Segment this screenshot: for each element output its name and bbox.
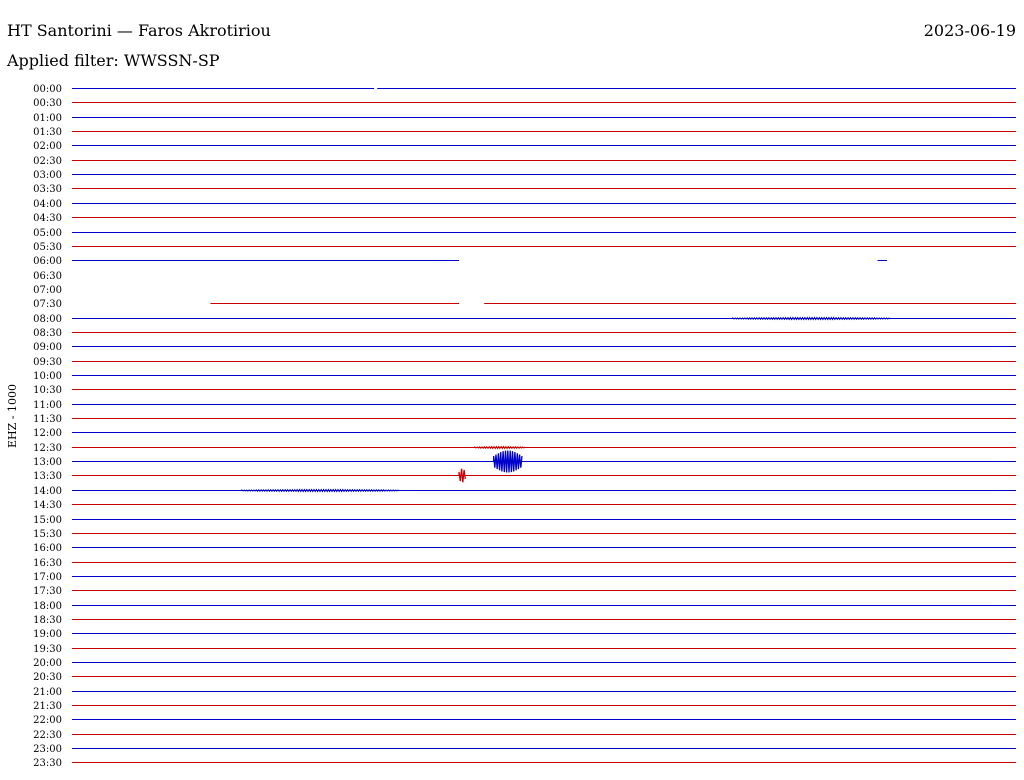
- time-tick-label: 06:00: [33, 256, 62, 267]
- time-tick-label: 04:00: [33, 199, 62, 210]
- time-tick-label: 01:00: [33, 113, 62, 124]
- time-tick-label: 14:30: [33, 500, 62, 511]
- time-tick-label: 00:00: [33, 84, 62, 95]
- time-tick-label: 07:00: [33, 285, 62, 296]
- time-tick-label: 11:00: [33, 400, 62, 411]
- time-tick-label: 23:30: [33, 758, 62, 769]
- time-tick-label: 00:30: [33, 98, 62, 109]
- time-tick-label: 07:30: [33, 299, 62, 310]
- time-tick-label: 17:30: [33, 586, 62, 597]
- time-tick-label: 14:00: [33, 486, 62, 497]
- time-tick-label: 15:30: [33, 529, 62, 540]
- time-tick-label: 10:30: [33, 385, 62, 396]
- time-tick-label: 16:30: [33, 558, 62, 569]
- time-tick-label: 21:30: [33, 701, 62, 712]
- time-tick-label: 01:30: [33, 127, 62, 138]
- seismic-event-trace: [493, 450, 523, 473]
- time-tick-label: 13:30: [33, 471, 62, 482]
- time-tick-label: 16:00: [33, 543, 62, 554]
- time-tick-label: 15:00: [33, 515, 62, 526]
- time-tick-label: 18:00: [33, 601, 62, 612]
- time-tick-label: 09:30: [33, 357, 62, 368]
- time-tick-label: 23:00: [33, 744, 62, 755]
- seismogram-plot: 00:00 00:30 01:00 01:30 02:00 02:30 03:00 03:30…: [33, 84, 1016, 769]
- seismic-event-trace: [474, 445, 526, 450]
- time-tick-label: 19:30: [33, 644, 62, 655]
- time-tick-label: 06:30: [33, 271, 62, 282]
- time-tick-label: 02:00: [33, 141, 62, 152]
- time-tick-label: 03:00: [33, 170, 62, 181]
- time-tick-label: 05:30: [33, 242, 62, 253]
- time-tick-label: 22:00: [33, 715, 62, 726]
- time-tick-label: 05:00: [33, 228, 62, 239]
- time-tick-label: 10:00: [33, 371, 62, 382]
- time-tick-label: 18:30: [33, 615, 62, 626]
- time-tick-label: 17:00: [33, 572, 62, 583]
- seismic-event-trace: [241, 488, 400, 493]
- seismic-event-trace: [458, 468, 466, 483]
- time-tick-label: 22:30: [33, 730, 62, 741]
- time-tick-label: 12:00: [33, 428, 62, 439]
- time-tick-label: 02:30: [33, 156, 62, 167]
- time-tick-label: 03:30: [33, 184, 62, 195]
- time-tick-label: 13:00: [33, 457, 62, 468]
- seismic-event-trace: [732, 316, 891, 321]
- time-tick-label: 08:00: [33, 314, 62, 325]
- time-tick-label: 09:00: [33, 342, 62, 353]
- time-tick-label: 08:30: [33, 328, 62, 339]
- time-tick-label: 20:30: [33, 672, 62, 683]
- time-tick-label: 12:30: [33, 443, 62, 454]
- time-tick-label: 19:00: [33, 629, 62, 640]
- time-tick-label: 11:30: [33, 414, 62, 425]
- time-tick-label: 04:30: [33, 213, 62, 224]
- time-tick-label: 20:00: [33, 658, 62, 669]
- time-tick-label: 21:00: [33, 687, 62, 698]
